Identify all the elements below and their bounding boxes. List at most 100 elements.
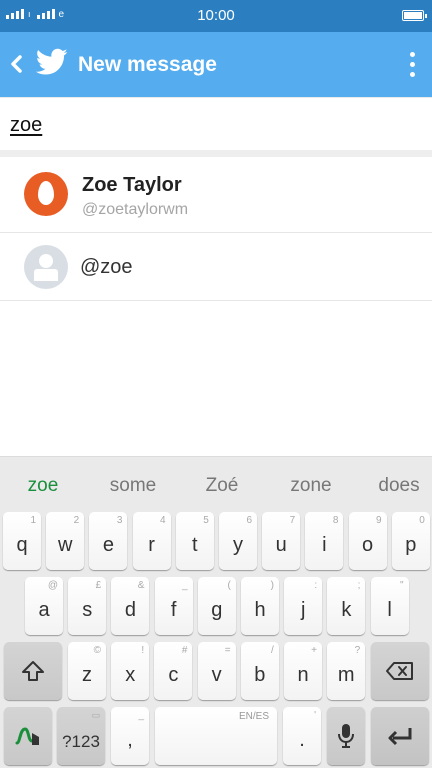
key-a[interactable]: @ a	[25, 577, 63, 635]
period-label: .	[299, 729, 305, 751]
key-k[interactable]: ; k	[327, 577, 366, 635]
key-label: n	[297, 664, 309, 686]
microphone-key[interactable]	[327, 707, 365, 765]
swype-key[interactable]	[4, 707, 52, 765]
shift-icon	[4, 642, 62, 700]
backspace-icon	[371, 642, 429, 700]
shift-key[interactable]	[4, 642, 62, 700]
key-z[interactable]: © z	[68, 642, 106, 700]
key-hint: _	[182, 580, 188, 591]
suggestion-item[interactable]: zoe	[4, 475, 82, 497]
key-label: g	[211, 599, 223, 621]
key-e[interactable]: 3e	[89, 512, 128, 570]
key-label: w	[57, 534, 73, 556]
key-j[interactable]: :j	[284, 577, 323, 635]
key-hint: 3	[116, 515, 123, 526]
key-d[interactable]: & d	[111, 577, 150, 635]
key-label: f	[170, 599, 177, 621]
language-label: EN/ES	[238, 711, 269, 722]
key-m[interactable]: ? m	[327, 642, 366, 700]
key-hint: ;	[357, 580, 361, 591]
key-hint: =	[224, 645, 231, 656]
suggestion-item[interactable]: Zoé	[181, 475, 263, 497]
key-hint: ?	[354, 645, 361, 656]
key-label: t	[192, 534, 198, 556]
key-t[interactable]: 5t	[175, 512, 214, 570]
comma-key[interactable]: , _	[111, 707, 149, 765]
key-label: z	[82, 664, 92, 686]
key-r[interactable]: 4r	[132, 512, 171, 570]
comma-label: ,	[127, 729, 133, 751]
suggestion-item[interactable]: does	[358, 475, 432, 497]
key-hint: 6	[246, 515, 252, 526]
key-hint: #	[181, 645, 188, 656]
space-key[interactable]: EN/ES	[155, 707, 277, 765]
key-g[interactable]: (g	[197, 577, 236, 635]
key-label: l	[387, 599, 392, 621]
suggestion-bar: zoe some Zoé zone does	[0, 457, 432, 511]
swype-icon	[4, 707, 52, 765]
key-c[interactable]: # c	[154, 642, 193, 700]
key-h[interactable]: ) h	[241, 577, 279, 635]
status-bar: ı e 10:00	[0, 0, 432, 32]
key-f[interactable]: _ f	[154, 577, 193, 635]
key-n[interactable]: + n	[284, 642, 322, 700]
key-label: d	[124, 599, 136, 621]
key-hint: ©	[93, 645, 101, 656]
key-hint: 5	[203, 515, 209, 526]
key-label: s	[82, 599, 93, 621]
key-o[interactable]: 9o	[348, 512, 387, 570]
key-s[interactable]: £ s	[68, 577, 107, 635]
key-label: y	[233, 534, 243, 556]
backspace-key[interactable]	[371, 642, 429, 700]
key-y[interactable]: 6y	[219, 512, 257, 570]
user-handle: @zoetaylorwm	[82, 201, 189, 218]
page-title: New message	[78, 53, 217, 76]
key-label: q	[16, 534, 28, 556]
key-hint: )	[270, 580, 274, 591]
period-key[interactable]: . '	[283, 707, 321, 765]
key-hint: /	[271, 645, 274, 656]
key-label: b	[254, 664, 266, 686]
user-handle: @zoe	[80, 256, 133, 278]
suggestion-item[interactable]: some	[92, 475, 174, 497]
key-x[interactable]: ! x	[111, 642, 150, 700]
microphone-icon	[327, 707, 365, 765]
key-label: k	[341, 599, 352, 621]
key-i[interactable]: 8i	[305, 512, 344, 570]
key-v[interactable]: = v	[197, 642, 236, 700]
symbols-key[interactable]: ?123 ▭	[57, 707, 105, 765]
battery-icon	[402, 10, 427, 21]
keyboard: zoe some Zoé zone does 1q2w3e4r5t6y7u8i9…	[0, 456, 432, 768]
search-input[interactable]	[10, 114, 420, 137]
list-item[interactable]: Zoe Taylor @zoetaylorwm	[0, 157, 432, 233]
suggestion-item[interactable]: zone	[270, 475, 352, 497]
key-label: m	[337, 664, 355, 686]
comma-hint: _	[138, 710, 144, 721]
back-icon[interactable]	[6, 50, 30, 78]
key-label: c	[168, 664, 179, 686]
key-w[interactable]: 2w	[46, 512, 85, 570]
search-row	[0, 97, 432, 152]
key-label: a	[38, 599, 50, 621]
key-hint: 4	[160, 515, 166, 526]
key-label: p	[405, 534, 417, 556]
key-b[interactable]: / b	[240, 642, 279, 700]
list-item[interactable]: @zoe	[0, 233, 432, 301]
key-hint: (	[227, 580, 231, 591]
key-label: o	[362, 534, 374, 556]
more-vert-icon[interactable]	[400, 46, 424, 82]
key-u[interactable]: 7u	[262, 512, 301, 570]
key-label: r	[148, 534, 155, 556]
user-name: Zoe Taylor	[82, 174, 182, 196]
status-time: 10:00	[197, 7, 235, 24]
key-label: v	[211, 664, 222, 686]
key-hint: @	[47, 580, 58, 591]
key-q[interactable]: 1q	[3, 512, 41, 570]
enter-key[interactable]	[371, 707, 429, 765]
key-l[interactable]: " l	[370, 577, 409, 635]
key-hint: :	[314, 580, 318, 591]
key-p[interactable]: 0p	[391, 512, 430, 570]
key-hint: £	[95, 580, 102, 591]
default-user-icon	[24, 245, 68, 289]
